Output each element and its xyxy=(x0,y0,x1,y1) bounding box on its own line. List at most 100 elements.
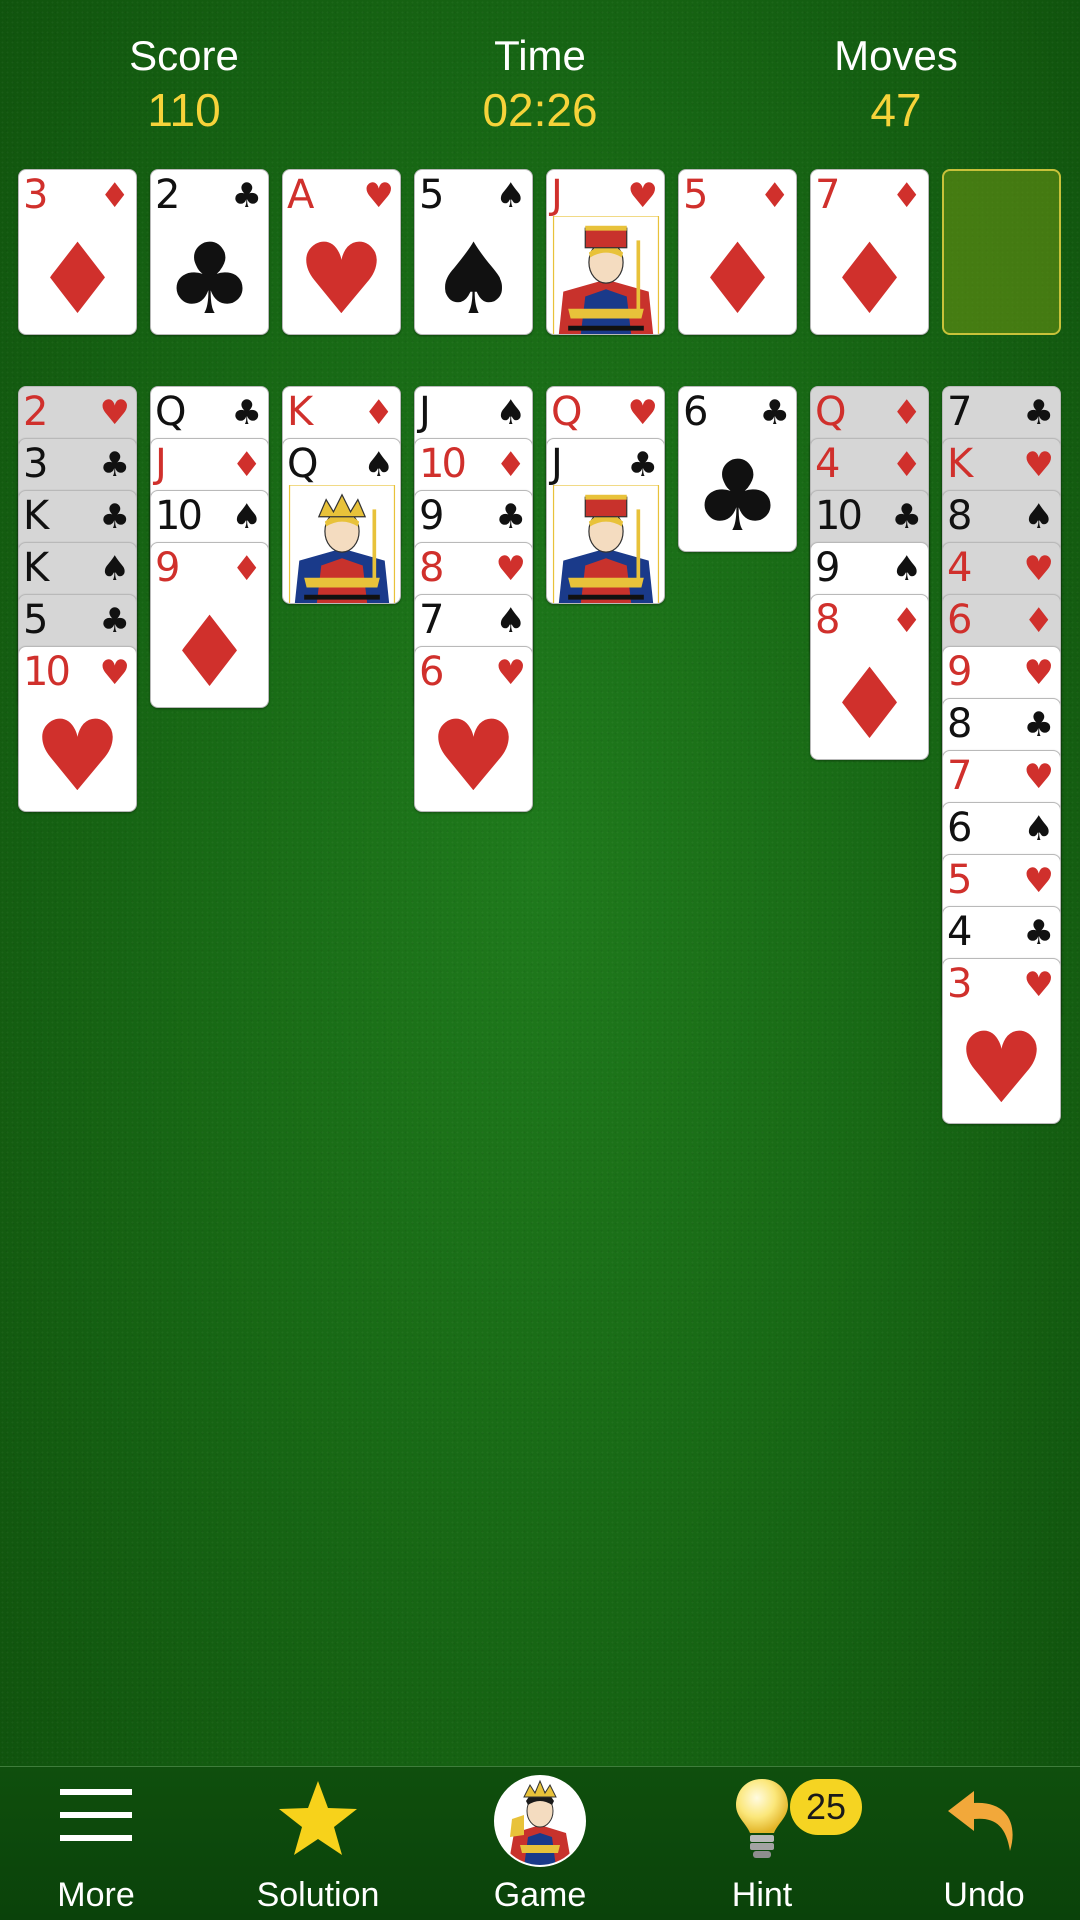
tableau-card[interactable]: 3 ♥ ♥ xyxy=(942,958,1061,1124)
card-suit-icon: ♠ xyxy=(99,549,130,589)
card-suit-icon: ♥ xyxy=(1023,861,1054,901)
game-button[interactable]: Game xyxy=(440,1767,640,1920)
card-rank: Q xyxy=(815,389,847,435)
top-card[interactable]: 2 ♣ ♣ xyxy=(150,169,269,335)
card-suit-icon: ♣ xyxy=(627,445,658,485)
card-rank: 2 xyxy=(155,172,181,218)
card-rank: 9 xyxy=(947,649,973,695)
card-suit-icon: ♣ xyxy=(1023,705,1054,745)
card-rank: 7 xyxy=(419,597,445,643)
card-suit-icon: ♣ xyxy=(759,393,790,433)
card-rank: J xyxy=(155,441,167,487)
top-card[interactable]: 5 ♦ ♦ xyxy=(678,169,797,335)
card-rank: 8 xyxy=(815,597,841,643)
more-button[interactable]: More xyxy=(0,1767,196,1920)
card-suit-icon: ♥ xyxy=(1023,757,1054,797)
tableau-card[interactable]: 10 ♥ ♥ xyxy=(18,646,137,812)
card-rank: 9 xyxy=(155,545,181,591)
card-suit-icon: ♦ xyxy=(1023,601,1054,641)
card-suit-icon: ♠ xyxy=(1023,809,1054,849)
tableau-card[interactable]: Q ♠ xyxy=(282,438,401,604)
card-rank: 3 xyxy=(947,961,973,1007)
top-card[interactable]: A ♥ ♥ xyxy=(282,169,401,335)
time-label: Time xyxy=(494,32,586,79)
card-rank: 8 xyxy=(947,701,973,747)
card-suit-icon: ♥ xyxy=(1023,653,1054,693)
card-rank: 9 xyxy=(419,493,445,539)
undo-arrow-icon xyxy=(948,1791,1013,1851)
card-suit-icon: ♠ xyxy=(1023,497,1054,537)
top-card[interactable]: 7 ♦ ♦ xyxy=(810,169,929,335)
card-rank: 10 xyxy=(155,493,203,539)
card-rank: 6 xyxy=(683,389,709,435)
bottom-toolbar: More Solution Game Hint Undo xyxy=(0,1766,1080,1920)
card-rank: 6 xyxy=(947,805,973,851)
card-suit-icon: ♦ xyxy=(231,445,262,485)
empty-foundation-slot[interactable] xyxy=(942,169,1061,335)
moves-stat: Moves 47 xyxy=(766,30,1026,138)
tableau-card[interactable]: 6 ♥ ♥ xyxy=(414,646,533,812)
hint-count-badge: 25 xyxy=(790,1779,862,1835)
queen-card-avatar-icon xyxy=(494,1775,586,1867)
tableau-card[interactable]: 8 ♦ ♦ xyxy=(810,594,929,760)
light-bulb-icon xyxy=(736,1779,788,1858)
hamburger-menu-icon xyxy=(60,1789,132,1841)
card-suit-icon: ♦ xyxy=(99,176,130,216)
tableau-card[interactable]: J ♣ xyxy=(546,438,665,604)
top-card[interactable]: 5 ♠ ♠ xyxy=(414,169,533,335)
card-suit-icon: ♦ xyxy=(891,393,922,433)
time-stat: Time 02:26 xyxy=(410,30,670,138)
card-suit-icon: ♣ xyxy=(99,601,130,641)
card-rank: 6 xyxy=(419,649,445,695)
card-rank: 4 xyxy=(947,909,973,955)
solution-button[interactable]: Solution xyxy=(218,1767,418,1920)
card-suit-icon: ♠ xyxy=(891,549,922,589)
moves-value: 47 xyxy=(870,84,922,136)
card-center-suit-icon: ♦ xyxy=(33,223,122,335)
card-suit-icon: ♦ xyxy=(759,176,790,216)
card-center-suit-icon: ♠ xyxy=(429,223,518,335)
card-center-suit-icon: ♣ xyxy=(693,440,782,552)
card-suit-icon: ♠ xyxy=(495,176,526,216)
tableau-card[interactable]: 6 ♣ ♣ xyxy=(678,386,797,552)
card-rank: Q xyxy=(551,389,583,435)
top-card[interactable]: J ♥ xyxy=(546,169,665,335)
undo-button[interactable]: Undo xyxy=(884,1767,1080,1920)
undo-label: Undo xyxy=(943,1876,1025,1914)
card-suit-icon: ♠ xyxy=(495,601,526,641)
card-suit-icon: ♣ xyxy=(1023,393,1054,433)
card-suit-icon: ♥ xyxy=(627,393,658,433)
card-rank: J xyxy=(551,172,563,218)
card-suit-icon: ♣ xyxy=(495,497,526,537)
card-suit-icon: ♥ xyxy=(99,653,130,693)
card-rank: 7 xyxy=(815,172,841,218)
card-suit-icon: ♦ xyxy=(891,176,922,216)
card-suit-icon: ♦ xyxy=(891,445,922,485)
tableau-card[interactable]: 9 ♦ ♦ xyxy=(150,542,269,708)
top-card[interactable]: 3 ♦ ♦ xyxy=(18,169,137,335)
solution-label: Solution xyxy=(256,1876,380,1914)
card-suit-icon: ♥ xyxy=(627,176,658,216)
card-center-suit-icon: ♦ xyxy=(693,223,782,335)
more-label: More xyxy=(57,1876,135,1914)
card-rank: 10 xyxy=(815,493,863,539)
score-stat: Score 110 xyxy=(54,30,314,138)
card-center-suit-icon: ♥ xyxy=(33,700,122,812)
jack-portrait xyxy=(547,216,664,334)
card-suit-icon: ♣ xyxy=(231,393,262,433)
card-rank: A xyxy=(287,172,314,218)
card-suit-icon: ♠ xyxy=(231,497,262,537)
card-suit-icon: ♥ xyxy=(495,653,526,693)
card-rank: 9 xyxy=(815,545,841,591)
card-rank: 5 xyxy=(23,597,49,643)
card-suit-icon: ♣ xyxy=(99,445,130,485)
score-label: Score xyxy=(129,32,239,79)
card-suit-icon: ♣ xyxy=(1023,913,1054,953)
moves-label: Moves xyxy=(834,32,958,79)
star-icon xyxy=(279,1781,357,1855)
card-rank: Q xyxy=(287,441,319,487)
card-rank: 10 xyxy=(23,649,71,695)
card-suit-icon: ♦ xyxy=(231,549,262,589)
card-rank: J xyxy=(419,389,431,435)
card-rank: 4 xyxy=(947,545,973,591)
